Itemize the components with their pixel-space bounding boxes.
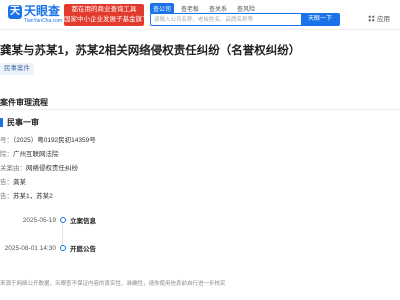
search-button[interactable]: 天眼一下 xyxy=(301,14,339,25)
field-cause: 关案由：网络侵权责任纠纷 xyxy=(0,162,96,176)
logo-domain: TianYanCha.com xyxy=(24,18,63,24)
field-defendant: 告：苏某1，苏某2 xyxy=(0,190,96,204)
stage-title-text: 民事一审 xyxy=(7,118,39,127)
field-plaintiff: 告：龚某 xyxy=(0,176,96,190)
logo-text: 天眼查 TianYanCha.com xyxy=(24,4,63,25)
timeline-item[interactable]: 2025-08-01 14:30 开庭公告 xyxy=(0,242,96,254)
timeline-event: 立案信息 xyxy=(70,218,96,225)
case-type-badge: 民事案件 xyxy=(0,63,34,75)
timeline-date: 2025-05-19 xyxy=(22,216,56,224)
search-box: 天眼一下 xyxy=(150,13,340,26)
timeline-dot xyxy=(60,245,66,251)
timeline-dot xyxy=(60,217,66,223)
field-court: 院：广州互联网法院 xyxy=(0,148,96,162)
top-bar: 天 天眼查 TianYanCha.com 都在用的商业查询工具 国家中小企业发展… xyxy=(0,0,400,30)
field-value: 龚某 xyxy=(13,179,26,186)
timeline-date: 2025-08-01 14:30 xyxy=(4,244,56,252)
divider xyxy=(0,109,400,110)
promo-line-1: 都在用的商业查询工具 xyxy=(71,6,137,13)
timeline-item[interactable]: 2025-05-19 立案信息 xyxy=(0,214,96,226)
field-value: （2025）粤0192民初14359号 xyxy=(13,137,96,144)
logo-name: 天眼查 xyxy=(24,4,61,18)
stage-title: 民事一审 xyxy=(0,117,39,128)
search-input[interactable] xyxy=(151,14,301,25)
field-value: 网络侵权责任纠纷 xyxy=(26,165,78,172)
field-value: 苏某1，苏某2 xyxy=(13,193,53,200)
field-label: 号： xyxy=(0,137,13,144)
field-label: 告： xyxy=(0,193,13,200)
logo-icon: 天 xyxy=(8,5,22,19)
field-label: 告： xyxy=(0,179,13,186)
apps-label: 应用 xyxy=(377,16,390,23)
stage-marker xyxy=(0,118,3,127)
field-value[interactable]: 广州互联网法院 xyxy=(13,151,59,158)
logo[interactable]: 天 天眼查 TianYanCha.com xyxy=(8,5,62,27)
section-title: 案件审理流程 xyxy=(0,98,48,107)
field-label: 关案由： xyxy=(0,165,26,172)
case-fields: 号：（2025）粤0192民初14359号 院：广州互联网法院 关案由：网络侵权… xyxy=(0,134,96,204)
disclaimer-text: 来源于网络公开数据，天眼查不保证内容的真实性、准确性，请你使用信息前自行进一步核… xyxy=(0,281,226,287)
promo-banner[interactable]: 都在用的商业查询工具 国家中小企业发展子基金旗下机构 xyxy=(64,4,144,26)
page-title: 龚某与苏某1，苏某2相关网络侵权责任纠纷（名誉权纠纷） xyxy=(0,45,301,57)
field-case-number: 号：（2025）粤0192民初14359号 xyxy=(0,134,96,148)
timeline-event: 开庭公告 xyxy=(70,246,96,253)
grid-icon xyxy=(368,14,375,22)
field-label: 院： xyxy=(0,151,13,158)
promo-line-2: 国家中小企业发展子基金旗下机构 xyxy=(64,16,144,23)
apps-menu[interactable]: 应用 xyxy=(368,13,390,23)
